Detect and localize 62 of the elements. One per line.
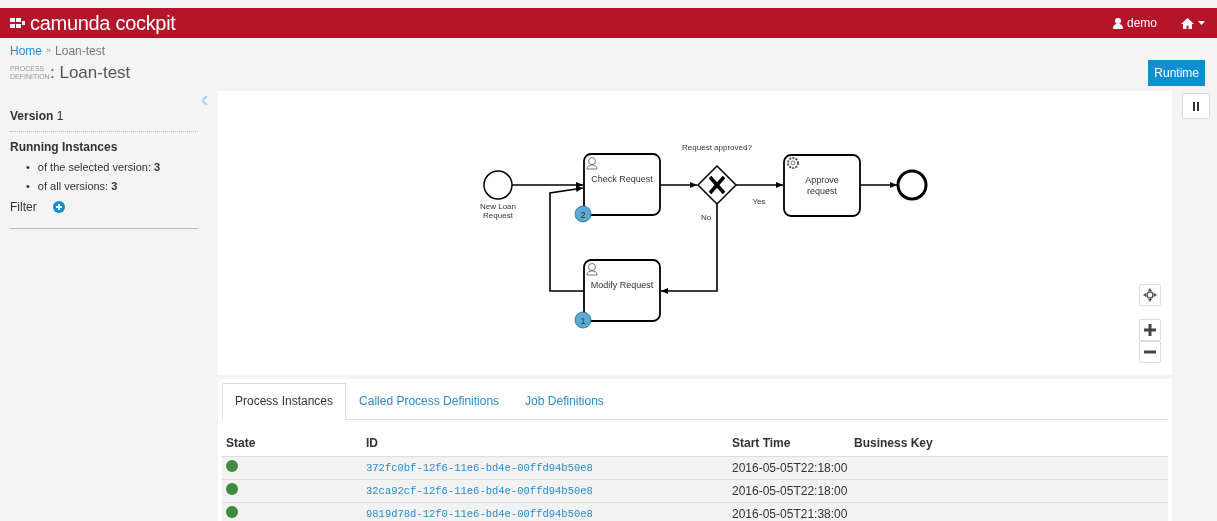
column-header: Business Key xyxy=(853,434,934,452)
user-icon xyxy=(586,262,598,275)
version-text: Version 1 xyxy=(10,107,65,125)
sequence-flow xyxy=(859,181,898,188)
task-label: Modify Request xyxy=(590,279,654,290)
caret-icon xyxy=(1198,21,1205,25)
bullet-mark: • xyxy=(26,159,30,174)
instance-link[interactable]: 9819d78d-12f0-11e6-bd4e-00ffd94b50e8 xyxy=(366,508,593,521)
home-menu[interactable] xyxy=(1181,17,1205,29)
task[interactable] xyxy=(583,258,661,322)
list-item: of all versions: 3 xyxy=(37,178,118,193)
instance-link[interactable]: 32ca92cf-12f6-11e6-bd4e-00ffd94b50e8 xyxy=(366,485,593,498)
breadcrumb-link[interactable]: Home xyxy=(10,42,42,60)
sequence-flow xyxy=(659,181,698,188)
home-icon xyxy=(1181,17,1194,29)
count-badge: 2 xyxy=(574,205,592,222)
event-label: New Loan Request xyxy=(480,201,516,220)
page-title: : Loan-test xyxy=(50,62,131,84)
user-menu[interactable]: demo xyxy=(1112,14,1157,32)
table-cell-text: 2016-05-05T22:18:00 xyxy=(731,459,849,477)
section-title: Running Instances xyxy=(10,138,119,156)
recenter-button[interactable] xyxy=(1139,283,1161,306)
pause-button[interactable] xyxy=(1182,92,1210,119)
add-icon[interactable] xyxy=(52,200,65,213)
filter-label: Filter xyxy=(10,198,37,216)
count-badge: 1 xyxy=(574,311,592,328)
task[interactable] xyxy=(783,153,861,217)
task-label: Check Request xyxy=(591,173,653,184)
flow-label: No xyxy=(700,212,712,222)
column-header: State xyxy=(225,434,257,452)
gear-icon xyxy=(787,156,799,169)
user-icon xyxy=(586,156,598,169)
breadcrumb-current: Loan-test xyxy=(55,43,106,60)
tab[interactable]: Job Definitions xyxy=(512,382,617,419)
logo-icon xyxy=(10,17,26,29)
breadcrumb-separator: » xyxy=(46,44,52,58)
gateway[interactable] xyxy=(696,164,738,205)
flow-label: Yes xyxy=(752,196,766,206)
plus-icon xyxy=(1144,323,1156,336)
task-label: Approve request xyxy=(805,174,839,196)
runtime-button[interactable]: Runtime xyxy=(1148,59,1205,86)
recenter-icon xyxy=(1143,287,1157,302)
table-cell-text: 2016-05-05T22:18:00 xyxy=(731,482,849,500)
column-header: ID xyxy=(365,434,379,452)
zoom-in-button[interactable] xyxy=(1139,318,1161,341)
app-brand[interactable]: camunda cockpit xyxy=(30,8,176,38)
pause-icon xyxy=(1192,101,1200,111)
bullet-mark: • xyxy=(26,178,30,193)
tab[interactable]: Process Instances xyxy=(222,382,347,420)
zoom-out-button[interactable] xyxy=(1139,340,1161,363)
tab[interactable]: Called Process Definitions xyxy=(346,382,513,419)
column-header: Start Time xyxy=(731,434,792,452)
list-item: of the selected version: 3 xyxy=(37,159,161,174)
end-event[interactable] xyxy=(896,169,928,200)
table-cell-text: 2016-05-05T21:38:00 xyxy=(731,505,849,521)
task[interactable] xyxy=(583,152,661,216)
user-icon xyxy=(1112,17,1123,29)
minus-icon xyxy=(1144,349,1156,354)
sequence-flow xyxy=(735,181,784,188)
gateway-label: Request approved? xyxy=(682,142,752,152)
instance-link[interactable]: 372fc0bf-12f6-11e6-bd4e-00ffd94b50e8 xyxy=(366,462,593,475)
start-event[interactable] xyxy=(483,169,513,200)
